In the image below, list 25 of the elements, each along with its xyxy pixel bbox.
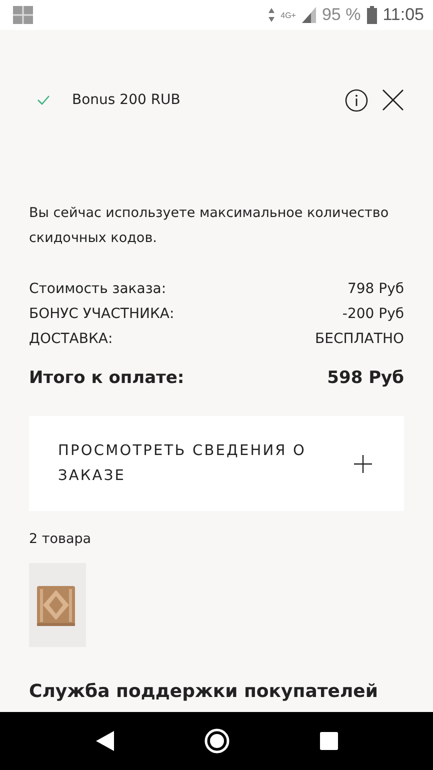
clock: 11:05 [382, 5, 424, 25]
summary-value: -200 Руб [342, 306, 404, 322]
notice-text: Вы сейчас используете максимальное количество скидочных кодов. [29, 204, 390, 248]
signal-icon [302, 7, 316, 23]
home-icon[interactable] [204, 728, 230, 754]
back-icon[interactable] [94, 730, 115, 752]
gallery-icon [12, 5, 34, 25]
data-arrows-icon [268, 7, 275, 23]
battery-percent: 95 % [322, 5, 361, 25]
summary-value: 798 Руб [347, 280, 404, 296]
close-icon[interactable] [382, 89, 404, 111]
section-heading: Служба поддержки покупателей [29, 681, 379, 702]
battery-icon [366, 6, 377, 24]
network-type: 4G+ [280, 10, 296, 20]
recents-icon[interactable] [320, 732, 338, 750]
item-count: 2 товара [29, 531, 92, 547]
summary-label: Стоимость заказа: [29, 280, 166, 296]
coupon-code: Bonus 200 RUB [72, 92, 182, 108]
info-icon[interactable] [345, 88, 368, 112]
total-label: Итого к оплате: [29, 368, 184, 388]
summary-label: ДОСТАВКА: [29, 330, 113, 346]
summary-label: БОНУС УЧАСТНИКА: [29, 306, 174, 322]
total-value: 598 Руб [327, 368, 404, 388]
summary-value: БЕСПЛАТНО [315, 330, 404, 346]
order-details-toggle[interactable]: ПРОСМОТРЕТЬ СВЕДЕНИЯ О ЗАКАЗЕ [29, 416, 404, 511]
